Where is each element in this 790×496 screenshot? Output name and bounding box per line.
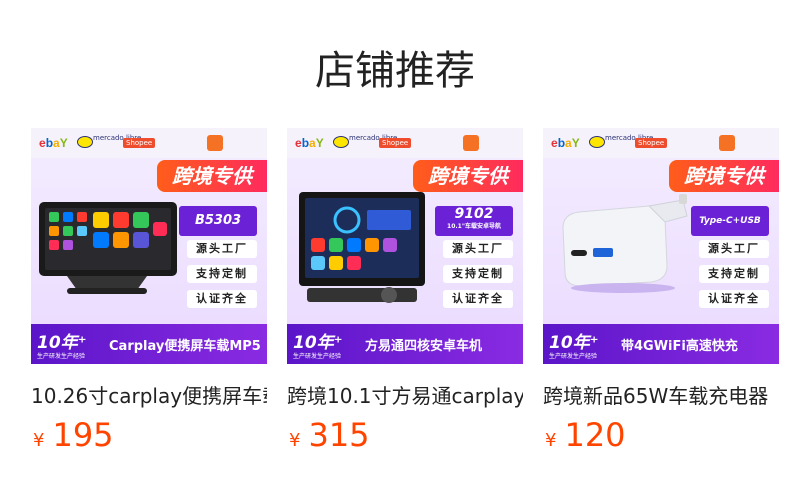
product-card[interactable]: ebaY mercado libre Shopee 跨境专供 9102 10.1"… <box>287 128 523 454</box>
product-name[interactable]: 跨境新品65W车载充电器 <box>543 380 779 409</box>
lazada-icon <box>207 135 223 151</box>
currency-symbol: ¥ <box>289 430 301 451</box>
feature-tag: 认证齐全 <box>699 290 769 308</box>
product-image[interactable]: ebaY mercado libre Shopee 跨境专供 9102 10.1"… <box>287 128 523 364</box>
cross-border-banner: 跨境专供 <box>157 160 267 192</box>
feature-tag: 支持定制 <box>187 265 257 283</box>
price-value: 195 <box>52 416 114 454</box>
ten-year-badge: 10年⁺ 生产研发生产经验 <box>37 333 87 360</box>
currency-symbol: ¥ <box>545 430 557 451</box>
product-slogan: Carplay便携屏车载MP5 <box>109 339 261 354</box>
product-image[interactable]: ebaY mercado libre Shopee 跨境专供 B5303 源头工… <box>31 128 267 364</box>
feature-tag: 源头工厂 <box>699 240 769 258</box>
feature-tag: 支持定制 <box>699 265 769 283</box>
shopee-logo: Shopee <box>635 138 668 148</box>
model-label: 9102 10.1"车载安卓导航 <box>435 206 513 236</box>
ebay-logo: ebaY <box>295 136 324 150</box>
marketplace-logos: ebaY mercado libre Shopee <box>543 128 779 158</box>
mercado-libre-icon <box>333 136 349 148</box>
model-label: Type-C+USB <box>691 206 769 236</box>
brand-strip: 10年⁺ 生产研发生产经验 方易通四核安卓车机 <box>287 324 523 364</box>
product-card[interactable]: ebaY mercado libre Shopee 跨境专供 Type-C+US… <box>543 128 779 454</box>
product-slogan: 带4GWiFi高速快充 <box>621 339 738 354</box>
cross-border-banner: 跨境专供 <box>413 160 523 192</box>
product-price: ¥195 <box>33 416 114 454</box>
marketplace-logos: ebaY mercado libre Shopee <box>287 128 523 158</box>
price-value: 315 <box>308 416 370 454</box>
product-image[interactable]: ebaY mercado libre Shopee 跨境专供 Type-C+US… <box>543 128 779 364</box>
feature-tag: 源头工厂 <box>187 240 257 258</box>
product-price: ¥315 <box>289 416 370 454</box>
price-value: 120 <box>564 416 626 454</box>
feature-tag: 认证齐全 <box>187 290 257 308</box>
lazada-icon <box>463 135 479 151</box>
ebay-logo: ebaY <box>39 136 68 150</box>
marketplace-logos: ebaY mercado libre Shopee <box>31 128 267 158</box>
brand-strip: 10年⁺ 生产研发生产经验 带4GWiFi高速快充 <box>543 324 779 364</box>
section-title: 店铺推荐 <box>315 48 475 94</box>
mercado-libre-icon <box>77 136 93 148</box>
model-label: B5303 <box>179 206 257 236</box>
shopee-logo: Shopee <box>379 138 412 148</box>
product-price: ¥120 <box>545 416 626 454</box>
product-slogan: 方易通四核安卓车机 <box>365 339 483 354</box>
ten-year-badge: 10年⁺ 生产研发生产经验 <box>293 333 343 360</box>
product-name[interactable]: 10.26寸carplay便携屏车载MP5 <box>31 380 267 409</box>
shopee-logo: Shopee <box>123 138 156 148</box>
feature-tag: 认证齐全 <box>443 290 513 308</box>
feature-tag: 源头工厂 <box>443 240 513 258</box>
car-head-unit-illustration <box>297 190 427 310</box>
brand-strip: 10年⁺ 生产研发生产经验 Carplay便携屏车载MP5 <box>31 324 267 364</box>
ebay-logo: ebaY <box>551 136 580 150</box>
car-charger-illustration <box>553 188 693 298</box>
product-card[interactable]: ebaY mercado libre Shopee 跨境专供 B5303 源头工… <box>31 128 267 454</box>
product-name[interactable]: 跨境10.1寸方易通carplay <box>287 380 523 409</box>
ten-year-badge: 10年⁺ 生产研发生产经验 <box>549 333 599 360</box>
feature-tag: 支持定制 <box>443 265 513 283</box>
currency-symbol: ¥ <box>33 430 45 451</box>
mercado-libre-icon <box>589 136 605 148</box>
car-screen-illustration <box>37 200 179 294</box>
lazada-icon <box>719 135 735 151</box>
